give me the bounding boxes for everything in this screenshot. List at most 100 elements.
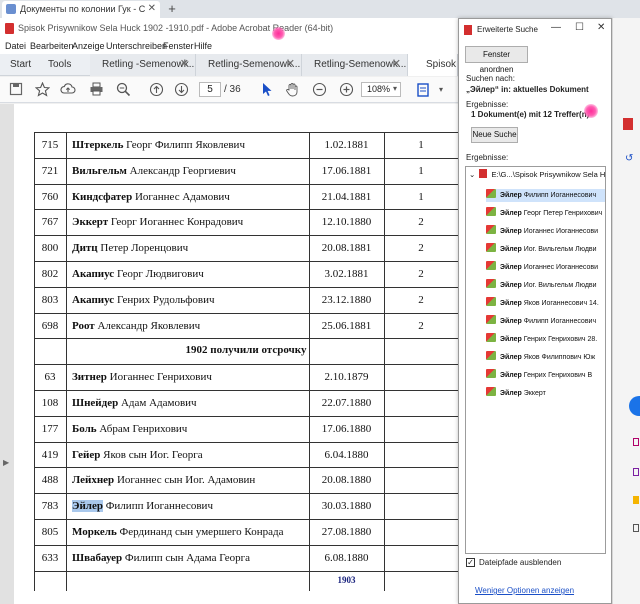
right-side-panel: ↺ xyxy=(612,18,640,604)
search-result-item[interactable]: Эйлер Иоганнес Иоганнесови xyxy=(486,225,605,238)
doc-tab[interactable]: Retling -Semenowk... ✕ xyxy=(90,54,196,76)
surname: Лейхнер xyxy=(72,474,115,487)
tool-icon[interactable] xyxy=(633,468,639,476)
bookmark-star-icon[interactable] xyxy=(34,81,50,98)
results-label: Ergebnisse: xyxy=(466,100,509,109)
birth-date: 2.10.1879 xyxy=(324,371,369,384)
close-doc-tab-icon[interactable]: ✕ xyxy=(180,54,189,75)
person-name: Штеркель Георг Филипп Яковлевич xyxy=(72,139,245,151)
arrange-windows-button[interactable]: Fenster anordnen xyxy=(465,46,528,74)
person-name: Гейер Яков сын Иог. Георга xyxy=(72,449,203,461)
table-rule xyxy=(34,312,458,314)
menu-bearbeiten[interactable]: Bearbeiten xyxy=(30,41,74,51)
zoom-in-icon[interactable] xyxy=(338,82,354,98)
close-tab-icon[interactable]: ✕ xyxy=(148,1,156,17)
person-name: Вильгельм Александр Георгиевич xyxy=(72,165,236,177)
result-surname: Эйлер xyxy=(500,282,522,289)
zoom-search-icon[interactable] xyxy=(115,82,131,98)
birth-date: 20.08.1881 xyxy=(321,242,372,255)
table-rule xyxy=(34,183,458,185)
expand-panel-icon[interactable]: ▶ xyxy=(3,458,9,467)
category: 2 xyxy=(418,268,424,280)
search-result-item[interactable]: Эйлер Филипп Иоганнесович xyxy=(486,189,605,202)
dialog-title-bar: Erweiterte Suche — ☐ ✕ xyxy=(459,19,611,41)
close-doc-tab-icon[interactable]: ✕ xyxy=(286,54,295,75)
row-number: 721 xyxy=(41,164,59,177)
results-label: Ergebnisse: xyxy=(466,153,509,162)
cloud-upload-icon[interactable] xyxy=(60,82,76,98)
hide-paths-checkbox[interactable]: ✓ xyxy=(466,558,475,567)
search-result-item[interactable]: Эйлер Яков Иоганнесович 14. xyxy=(486,297,605,310)
new-tab-button[interactable]: + xyxy=(165,0,179,18)
birth-date: 23.12.1880 xyxy=(321,293,372,306)
search-result-item[interactable]: Эйлер Генрих Генрихович 28. xyxy=(486,333,605,346)
menu-bar: Datei Bearbeiten Anzeige Unterschreiben … xyxy=(0,40,458,54)
results-tree[interactable]: ⌄ E:\G...\Spisok Prisywnikow Sela Huck Э… xyxy=(465,166,606,554)
new-search-button[interactable]: Neue Suche xyxy=(471,127,518,143)
result-rest: Иог. Вильгельм Людви xyxy=(521,246,597,253)
hand-tool-icon[interactable] xyxy=(284,82,300,98)
chevron-down-icon[interactable]: ▾ xyxy=(433,82,449,98)
save-icon[interactable] xyxy=(8,82,24,98)
show-fewer-options-link[interactable]: Weniger Optionen anzeigen xyxy=(475,586,574,595)
document-view[interactable]: ▶ 715 Штеркель Георг Филипп Яковлевич 1.02… xyxy=(0,104,459,604)
search-hit-icon xyxy=(486,207,496,216)
search-hit-icon xyxy=(486,369,496,378)
row-number: 108 xyxy=(41,397,59,409)
browser-tab[interactable]: Документы по колонии Гук - С ✕ xyxy=(2,1,160,18)
page-fit-icon[interactable] xyxy=(416,82,432,98)
collapse-icon[interactable]: ⌄ xyxy=(469,170,475,179)
row-number: 177 xyxy=(41,422,59,435)
menu-unterschreiben[interactable]: Unterschreiben xyxy=(106,41,167,51)
row-number: 802 xyxy=(41,268,59,280)
menu-fenster[interactable]: Fenster xyxy=(163,41,194,51)
tool-icon[interactable] xyxy=(633,496,639,504)
tab-start[interactable]: Start xyxy=(10,54,40,76)
surname: Акапиус xyxy=(72,268,115,280)
maximize-icon[interactable]: ☐ xyxy=(575,22,584,33)
given-names: Иоганнес Адамович xyxy=(132,190,230,203)
tool-icon[interactable] xyxy=(633,438,639,446)
menu-hilfe[interactable]: Hilfe xyxy=(194,41,212,51)
page-number-input[interactable]: 5 xyxy=(199,82,221,97)
tree-root-document[interactable]: ⌄ E:\G...\Spisok Prisywnikow Sela Huck xyxy=(469,169,605,179)
search-result-item[interactable]: Эйлер Генрих Генрихович В xyxy=(486,369,605,382)
pdf-tool-icon[interactable] xyxy=(623,118,633,130)
page-down-icon[interactable] xyxy=(173,82,189,98)
search-result-item[interactable]: Эйлер Яков Филиппович Юж xyxy=(486,351,605,364)
close-doc-tab-icon[interactable]: ✕ xyxy=(392,54,401,75)
feature-circle-icon[interactable] xyxy=(629,396,640,416)
search-result-item[interactable]: Эйлер Георг Петер Генрихович xyxy=(486,207,605,220)
close-icon[interactable]: ✕ xyxy=(597,22,605,33)
tab-tools[interactable]: Tools xyxy=(48,54,78,76)
doc-tab[interactable]: Retling-Semenowk... ✕ xyxy=(196,54,302,76)
search-result-item[interactable]: Эйлер Иог. Вильгельм Людви xyxy=(486,279,605,292)
search-result-item[interactable]: Эйлер Эккерт xyxy=(486,387,605,400)
given-names: Абрам Генрихович xyxy=(96,422,188,435)
surname: Гейер xyxy=(72,448,101,461)
menu-anzeige[interactable]: Anzeige xyxy=(72,41,105,51)
menu-datei[interactable]: Datei xyxy=(5,41,26,51)
birth-date: 6.08.1880 xyxy=(324,551,369,564)
doc-tab[interactable]: Retling-Semenowk... ✕ xyxy=(302,54,408,76)
doc-tab-label: Spisok P xyxy=(426,59,457,70)
page-up-icon[interactable] xyxy=(148,82,164,98)
table-rule xyxy=(34,209,458,211)
select-cursor-icon[interactable] xyxy=(259,82,275,98)
given-names: Адам Адамович xyxy=(118,397,197,409)
chevron-down-icon[interactable]: ▾ xyxy=(393,84,397,93)
table-rule xyxy=(34,467,458,469)
surname: Эйлер xyxy=(72,500,103,513)
minimize-icon[interactable]: — xyxy=(551,22,561,33)
search-result-item[interactable]: Эйлер Иог. Вильгельм Людви xyxy=(486,243,605,256)
doc-tab-active[interactable]: Spisok P xyxy=(408,54,458,76)
table-rule xyxy=(34,286,458,288)
zoom-out-icon[interactable] xyxy=(311,82,327,98)
category: 2 xyxy=(418,242,424,255)
dialog-title: Erweiterte Suche xyxy=(477,25,538,34)
print-icon[interactable] xyxy=(88,82,104,98)
tool-icon[interactable] xyxy=(633,524,639,532)
search-result-item[interactable]: Эйлер Филипп Иоганнесович xyxy=(486,315,605,328)
comment-icon[interactable]: ↺ xyxy=(625,153,633,164)
search-result-item[interactable]: Эйлер Иоганнес Иоганнесови xyxy=(486,261,605,274)
